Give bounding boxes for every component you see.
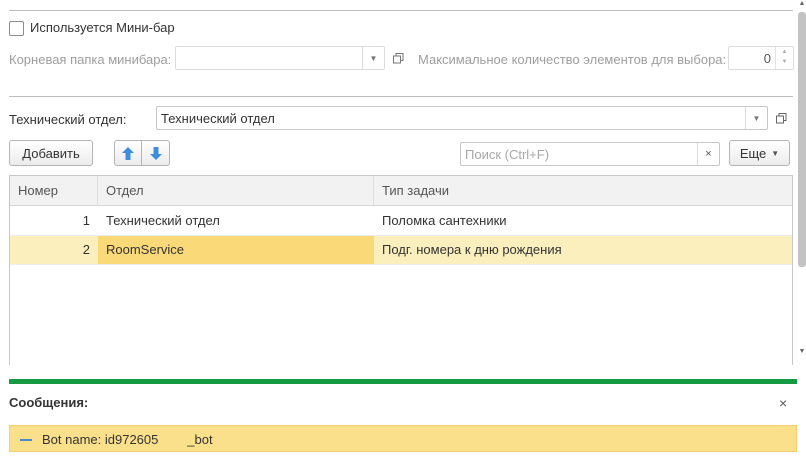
- spinner-arrows-icon[interactable]: ▲ ▼: [775, 47, 793, 69]
- add-button[interactable]: Добавить: [9, 140, 93, 166]
- arrow-up-icon: [122, 146, 134, 160]
- table-row[interactable]: 1 Технический отдел Поломка сантехники: [10, 207, 792, 236]
- cell-task-type: Подг. номера к дню рождения: [382, 242, 562, 257]
- move-down-button[interactable]: [142, 140, 170, 166]
- move-up-button[interactable]: [114, 140, 142, 166]
- table-header: Номер Отдел Тип задачи: [10, 176, 792, 206]
- scroll-up-icon[interactable]: ▲: [798, 0, 806, 7]
- department-value: Технический отдел: [161, 111, 275, 126]
- department-field[interactable]: Технический отдел ▼: [156, 106, 768, 130]
- chevron-down-icon[interactable]: ▼: [745, 107, 767, 129]
- arrow-down-icon: [149, 146, 162, 160]
- scroll-down-icon[interactable]: ▼: [798, 348, 806, 355]
- max-items-label: Максимальное количество элементов для вы…: [418, 52, 727, 67]
- search-placeholder: Поиск (Ctrl+F): [465, 147, 550, 162]
- section-separator: [9, 96, 793, 97]
- minibar-checkbox-label[interactable]: Используется Мини-бар: [30, 20, 175, 35]
- root-folder-field[interactable]: ▼: [175, 46, 385, 70]
- department-label: Технический отдел:: [9, 112, 127, 127]
- close-messages-icon[interactable]: ×: [779, 395, 787, 411]
- open-department-icon[interactable]: [771, 107, 791, 129]
- message-item[interactable]: Bot name: id972605 _bot: [9, 425, 797, 452]
- top-separator: [9, 10, 793, 11]
- open-root-folder-icon[interactable]: [388, 47, 408, 69]
- max-items-value: 0: [763, 51, 771, 66]
- cell-number: 1: [82, 213, 90, 228]
- messages-title: Сообщения:: [9, 395, 89, 410]
- column-header-department[interactable]: Отдел: [98, 176, 374, 206]
- table-row-selected[interactable]: 2 RoomService Подг. номера к дню рождени…: [10, 236, 792, 265]
- scrollbar-thumb[interactable]: [798, 12, 806, 267]
- max-items-field[interactable]: 0 ▲ ▼: [728, 46, 794, 70]
- cell-department-active[interactable]: RoomService: [98, 236, 374, 264]
- message-marker-icon: [20, 439, 32, 441]
- cell-department: Технический отдел: [106, 213, 220, 228]
- column-header-number[interactable]: Номер: [10, 176, 98, 206]
- column-header-task-type[interactable]: Тип задачи: [374, 176, 792, 206]
- messages-divider: [9, 379, 797, 384]
- root-folder-label: Корневая папка минибара:: [9, 52, 172, 67]
- more-button[interactable]: Еще ▼: [729, 140, 790, 166]
- chevron-down-icon: ▼: [771, 148, 780, 158]
- minibar-checkbox[interactable]: [9, 21, 24, 36]
- chevron-down-icon[interactable]: ▼: [362, 47, 384, 69]
- clear-search-icon[interactable]: ×: [697, 143, 719, 165]
- cell-number: 2: [82, 242, 90, 257]
- cell-task-type: Поломка сантехники: [382, 213, 507, 228]
- search-input[interactable]: Поиск (Ctrl+F) ×: [460, 142, 720, 166]
- message-text: Bot name: id972605 _bot: [42, 432, 213, 447]
- more-button-label: Еще: [739, 145, 767, 161]
- page-scrollbar[interactable]: ▲ ▼: [798, 0, 806, 363]
- tasks-table[interactable]: Номер Отдел Тип задачи 1 Технический отд…: [9, 175, 793, 365]
